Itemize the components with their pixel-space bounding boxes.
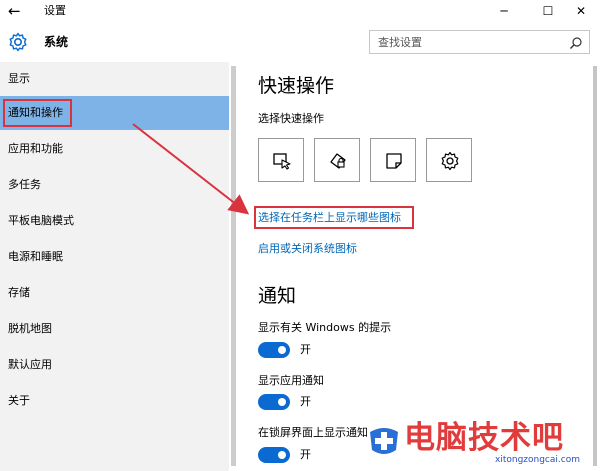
sidebar-scrollbar[interactable] bbox=[231, 66, 236, 466]
main-scrollbar[interactable] bbox=[593, 66, 597, 466]
note-icon bbox=[386, 153, 402, 169]
quick-action-tile-4[interactable] bbox=[426, 138, 472, 182]
rotation-lock-icon bbox=[330, 153, 346, 169]
toggle-app-notifications[interactable] bbox=[258, 394, 290, 410]
toggle-lock-screen[interactable] bbox=[258, 447, 290, 463]
gear-icon bbox=[9, 32, 27, 52]
system-icons-link[interactable]: 启用或关闭系统图标 bbox=[258, 242, 357, 256]
sidebar-item-display[interactable]: 显示 bbox=[0, 62, 229, 96]
sidebar-item-tablet-mode[interactable]: 平板电脑模式 bbox=[0, 204, 229, 238]
sidebar-item-about[interactable]: 关于 bbox=[0, 384, 229, 418]
watermark-text: 电脑技术吧 bbox=[404, 420, 564, 456]
quick-actions-subtitle: 选择快速操作 bbox=[258, 112, 324, 125]
notifications-heading: 通知 bbox=[258, 285, 297, 307]
search-icon[interactable] bbox=[569, 36, 583, 50]
quick-action-tile-1[interactable] bbox=[258, 138, 304, 182]
quick-action-tile-3[interactable] bbox=[370, 138, 416, 182]
setting-label-app-notifications: 显示应用通知 bbox=[258, 374, 324, 387]
toggle-windows-tips[interactable] bbox=[258, 342, 290, 358]
app-title: 设置 bbox=[44, 4, 66, 17]
annotation-box-link bbox=[254, 206, 414, 229]
minimize-button[interactable]: ─ bbox=[485, 0, 523, 22]
sidebar-item-storage[interactable]: 存储 bbox=[0, 276, 229, 310]
settings-icon bbox=[441, 151, 459, 171]
quick-actions-heading: 快速操作 bbox=[258, 75, 335, 97]
sidebar-item-apps-features[interactable]: 应用和功能 bbox=[0, 132, 229, 166]
title-bar: ← 设置 ─ ☐ ✕ bbox=[0, 0, 600, 22]
tablet-mode-icon bbox=[273, 153, 291, 170]
search-input[interactable]: 查找设置 bbox=[369, 30, 590, 54]
close-button[interactable]: ✕ bbox=[562, 0, 600, 22]
setting-label-lock-screen: 在锁屏界面上显示通知 bbox=[258, 426, 368, 439]
header: 系统 查找设置 bbox=[0, 22, 600, 62]
toggle-state-app-notifications: 开 bbox=[300, 395, 311, 408]
back-arrow-icon[interactable]: ← bbox=[8, 2, 21, 20]
search-placeholder: 查找设置 bbox=[378, 36, 422, 49]
sidebar-item-power-sleep[interactable]: 电源和睡眠 bbox=[0, 240, 229, 274]
toggle-state-lock-screen: 开 bbox=[300, 448, 311, 461]
sidebar-item-default-apps[interactable]: 默认应用 bbox=[0, 348, 229, 382]
annotation-box-nav bbox=[3, 99, 72, 127]
setting-label-windows-tips: 显示有关 Windows 的提示 bbox=[258, 321, 392, 334]
sidebar-item-multitasking[interactable]: 多任务 bbox=[0, 168, 229, 202]
watermark-url: xitongzongcai.com bbox=[495, 455, 580, 465]
sidebar-item-offline-maps[interactable]: 脱机地图 bbox=[0, 312, 229, 346]
section-title: 系统 bbox=[44, 35, 69, 49]
watermark-logo bbox=[370, 428, 398, 454]
toggle-state-windows-tips: 开 bbox=[300, 343, 311, 356]
quick-action-tile-2[interactable] bbox=[314, 138, 360, 182]
